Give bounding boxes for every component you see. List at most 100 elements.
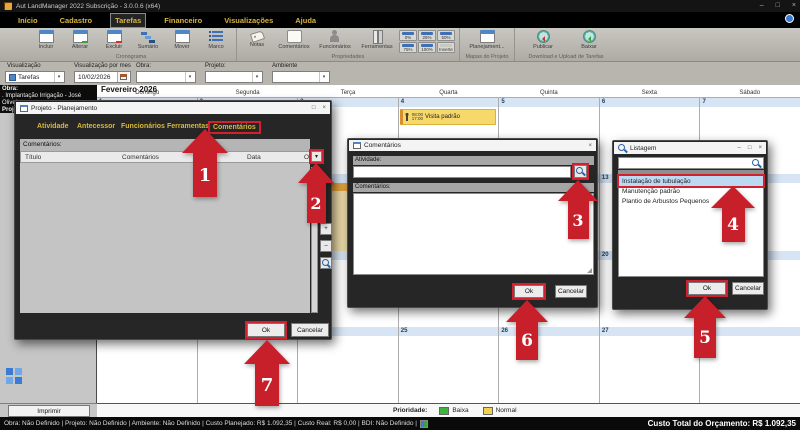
tab-antecessor[interactable]: Antecessor (77, 123, 115, 130)
dialog2-cancel-button[interactable]: Cancelar (555, 285, 587, 298)
publicar-icon (537, 30, 550, 43)
sumario-button[interactable]: Sumário (132, 29, 164, 50)
dialog3-ok-button[interactable]: Ok (688, 282, 726, 295)
dayname-domingo: Domingo (97, 90, 197, 96)
dayname-quinta: Quinta (499, 90, 599, 96)
dialog2-title-bar: Comentários × (349, 140, 596, 151)
comments-table-body[interactable] (20, 163, 310, 313)
excluir-icon (107, 30, 122, 43)
tab-atividade[interactable]: Atividade (37, 123, 69, 130)
notas-icon (249, 30, 264, 43)
col-o: O (304, 154, 309, 161)
comments-table-header: Título Comentários Data O (20, 151, 310, 163)
sumario-icon (141, 30, 156, 43)
atividade-search-button[interactable] (574, 165, 587, 178)
close-button[interactable]: × (792, 0, 796, 12)
baixar-button[interactable]: Baixar (573, 29, 605, 50)
notas-button[interactable]: Notas (241, 29, 273, 48)
chevron-down-icon[interactable]: ▾ (319, 72, 328, 82)
remove-comment-button[interactable]: – (320, 240, 332, 252)
tab-funcionarios[interactable]: Funcionários (121, 123, 165, 130)
listagem-search-input[interactable] (618, 157, 764, 169)
chevron-down-icon[interactable]: ▾ (185, 72, 194, 82)
incluir-icon (39, 30, 54, 43)
percent-75-button[interactable]: 75% (399, 42, 417, 53)
dialog3-close-button[interactable]: × (758, 145, 762, 151)
add-comment-button[interactable]: + (320, 223, 332, 235)
dialog3-maximize-button[interactable]: □ (748, 145, 752, 151)
status-chart-icon (420, 420, 428, 428)
menu-cadastro[interactable]: Cadastro (56, 14, 97, 27)
column-options-dropdown-button[interactable]: ▾ (311, 151, 322, 162)
event-person-icon (404, 113, 410, 121)
help-icon[interactable] (785, 14, 794, 23)
chevron-down-icon[interactable]: ▾ (252, 72, 261, 82)
resize-grip-icon[interactable] (587, 268, 592, 273)
planejamento-icon (480, 30, 495, 43)
baixar-icon (583, 30, 596, 43)
step-arrow-6: 6 (506, 300, 548, 360)
dialog1-close-button[interactable]: × (322, 105, 326, 111)
calendar-header: Fevereiro 2026 Domingo Segunda Terça Qua… (97, 85, 800, 98)
excluir-button[interactable]: Excluir (98, 29, 130, 50)
funcionarios-button[interactable]: Funcionários (315, 29, 355, 50)
day-cell[interactable]: 25 (399, 327, 500, 403)
ferramentas-button[interactable]: Ferramentas (357, 29, 397, 50)
marco-button[interactable]: Marco (200, 29, 232, 50)
dialog1-ok-button[interactable]: Ok (247, 323, 285, 337)
dialog1-maximize-button[interactable]: □ (312, 105, 316, 111)
dialog1-cancel-button[interactable]: Cancelar (291, 323, 329, 337)
tarefas-icon (9, 74, 16, 81)
mover-icon (175, 30, 190, 43)
step-arrow-3: 3 (558, 180, 598, 239)
ambiente-dropdown[interactable]: ▾ (272, 71, 330, 83)
incluir-button[interactable]: Incluir (30, 29, 62, 50)
dialog2-ok-button[interactable]: Ok (514, 285, 544, 298)
app-icon (4, 2, 12, 10)
priority-low-label: Baixa (452, 407, 468, 414)
ambiente-filter-label: Ambiente (272, 63, 297, 69)
minimize-button[interactable]: – (760, 0, 764, 12)
maximize-button[interactable]: □ (776, 0, 780, 12)
chevron-down-icon[interactable]: ▾ (54, 72, 63, 82)
atividade-input[interactable] (353, 166, 571, 178)
percent-0-button[interactable]: 0% (399, 30, 417, 41)
dialog2-close-button[interactable]: × (588, 143, 592, 149)
dialog3-cancel-button[interactable]: Cancelar (732, 282, 764, 295)
menu-inicio[interactable]: Início (14, 14, 42, 27)
imprimir-button[interactable]: Imprimir (8, 405, 90, 417)
menu-tarefas[interactable]: Tarefas (110, 13, 146, 28)
menu-financeiro[interactable]: Financeiro (160, 14, 206, 27)
menu-visualizacoes[interactable]: Visualizações (220, 14, 277, 27)
comentarios-section-label: Comentários: (23, 141, 62, 148)
percent-25-button[interactable]: 25% (418, 30, 436, 41)
event-visita-padrao[interactable]: 08:0017:00 Visita padrão (400, 109, 497, 125)
alterar-icon (73, 30, 88, 43)
list-item-selected[interactable]: Instalação de tubulação (619, 176, 763, 186)
percent-50-button[interactable]: 50% (437, 30, 455, 41)
percent-inverte-button[interactable]: Inverte (437, 42, 455, 53)
group-caption-mapas: Mapas do Projeto (464, 53, 510, 61)
obra-dropdown[interactable]: ▾ (136, 71, 196, 83)
publicar-button[interactable]: Publicar (527, 29, 559, 50)
menu-ajuda[interactable]: Ajuda (291, 14, 320, 27)
mover-button[interactable]: Mover (166, 29, 198, 50)
planejamento-button[interactable]: Planejament... (464, 29, 510, 50)
alterar-button[interactable]: Alterar (64, 29, 96, 50)
projeto-dropdown[interactable]: ▾ (205, 71, 263, 83)
search-comment-button[interactable] (320, 257, 332, 269)
percent-100-button[interactable]: 100% (418, 42, 436, 53)
comentarios-button[interactable]: Comentários (275, 29, 313, 50)
priority-normal-label: Normal (496, 407, 517, 414)
step-arrow-4: 4 (711, 186, 755, 242)
group-caption-propriedades: Propriedades (241, 53, 455, 61)
date-input[interactable]: 10/02/2026 (74, 71, 131, 83)
marco-icon (209, 30, 224, 43)
dialog3-minimize-button[interactable]: – (738, 145, 741, 151)
grid-icon[interactable] (6, 368, 22, 384)
comentarios-panel: Comentários: Título Comentários Data O (20, 139, 310, 313)
calendar-picker-icon[interactable] (117, 72, 129, 82)
dialog-projeto-planejamento: Projeto - Planejamento □ × Atividade Ant… (14, 100, 332, 340)
visualizacao-dropdown[interactable]: Tarefas ▾ (5, 71, 65, 83)
funcionarios-icon (328, 30, 343, 43)
